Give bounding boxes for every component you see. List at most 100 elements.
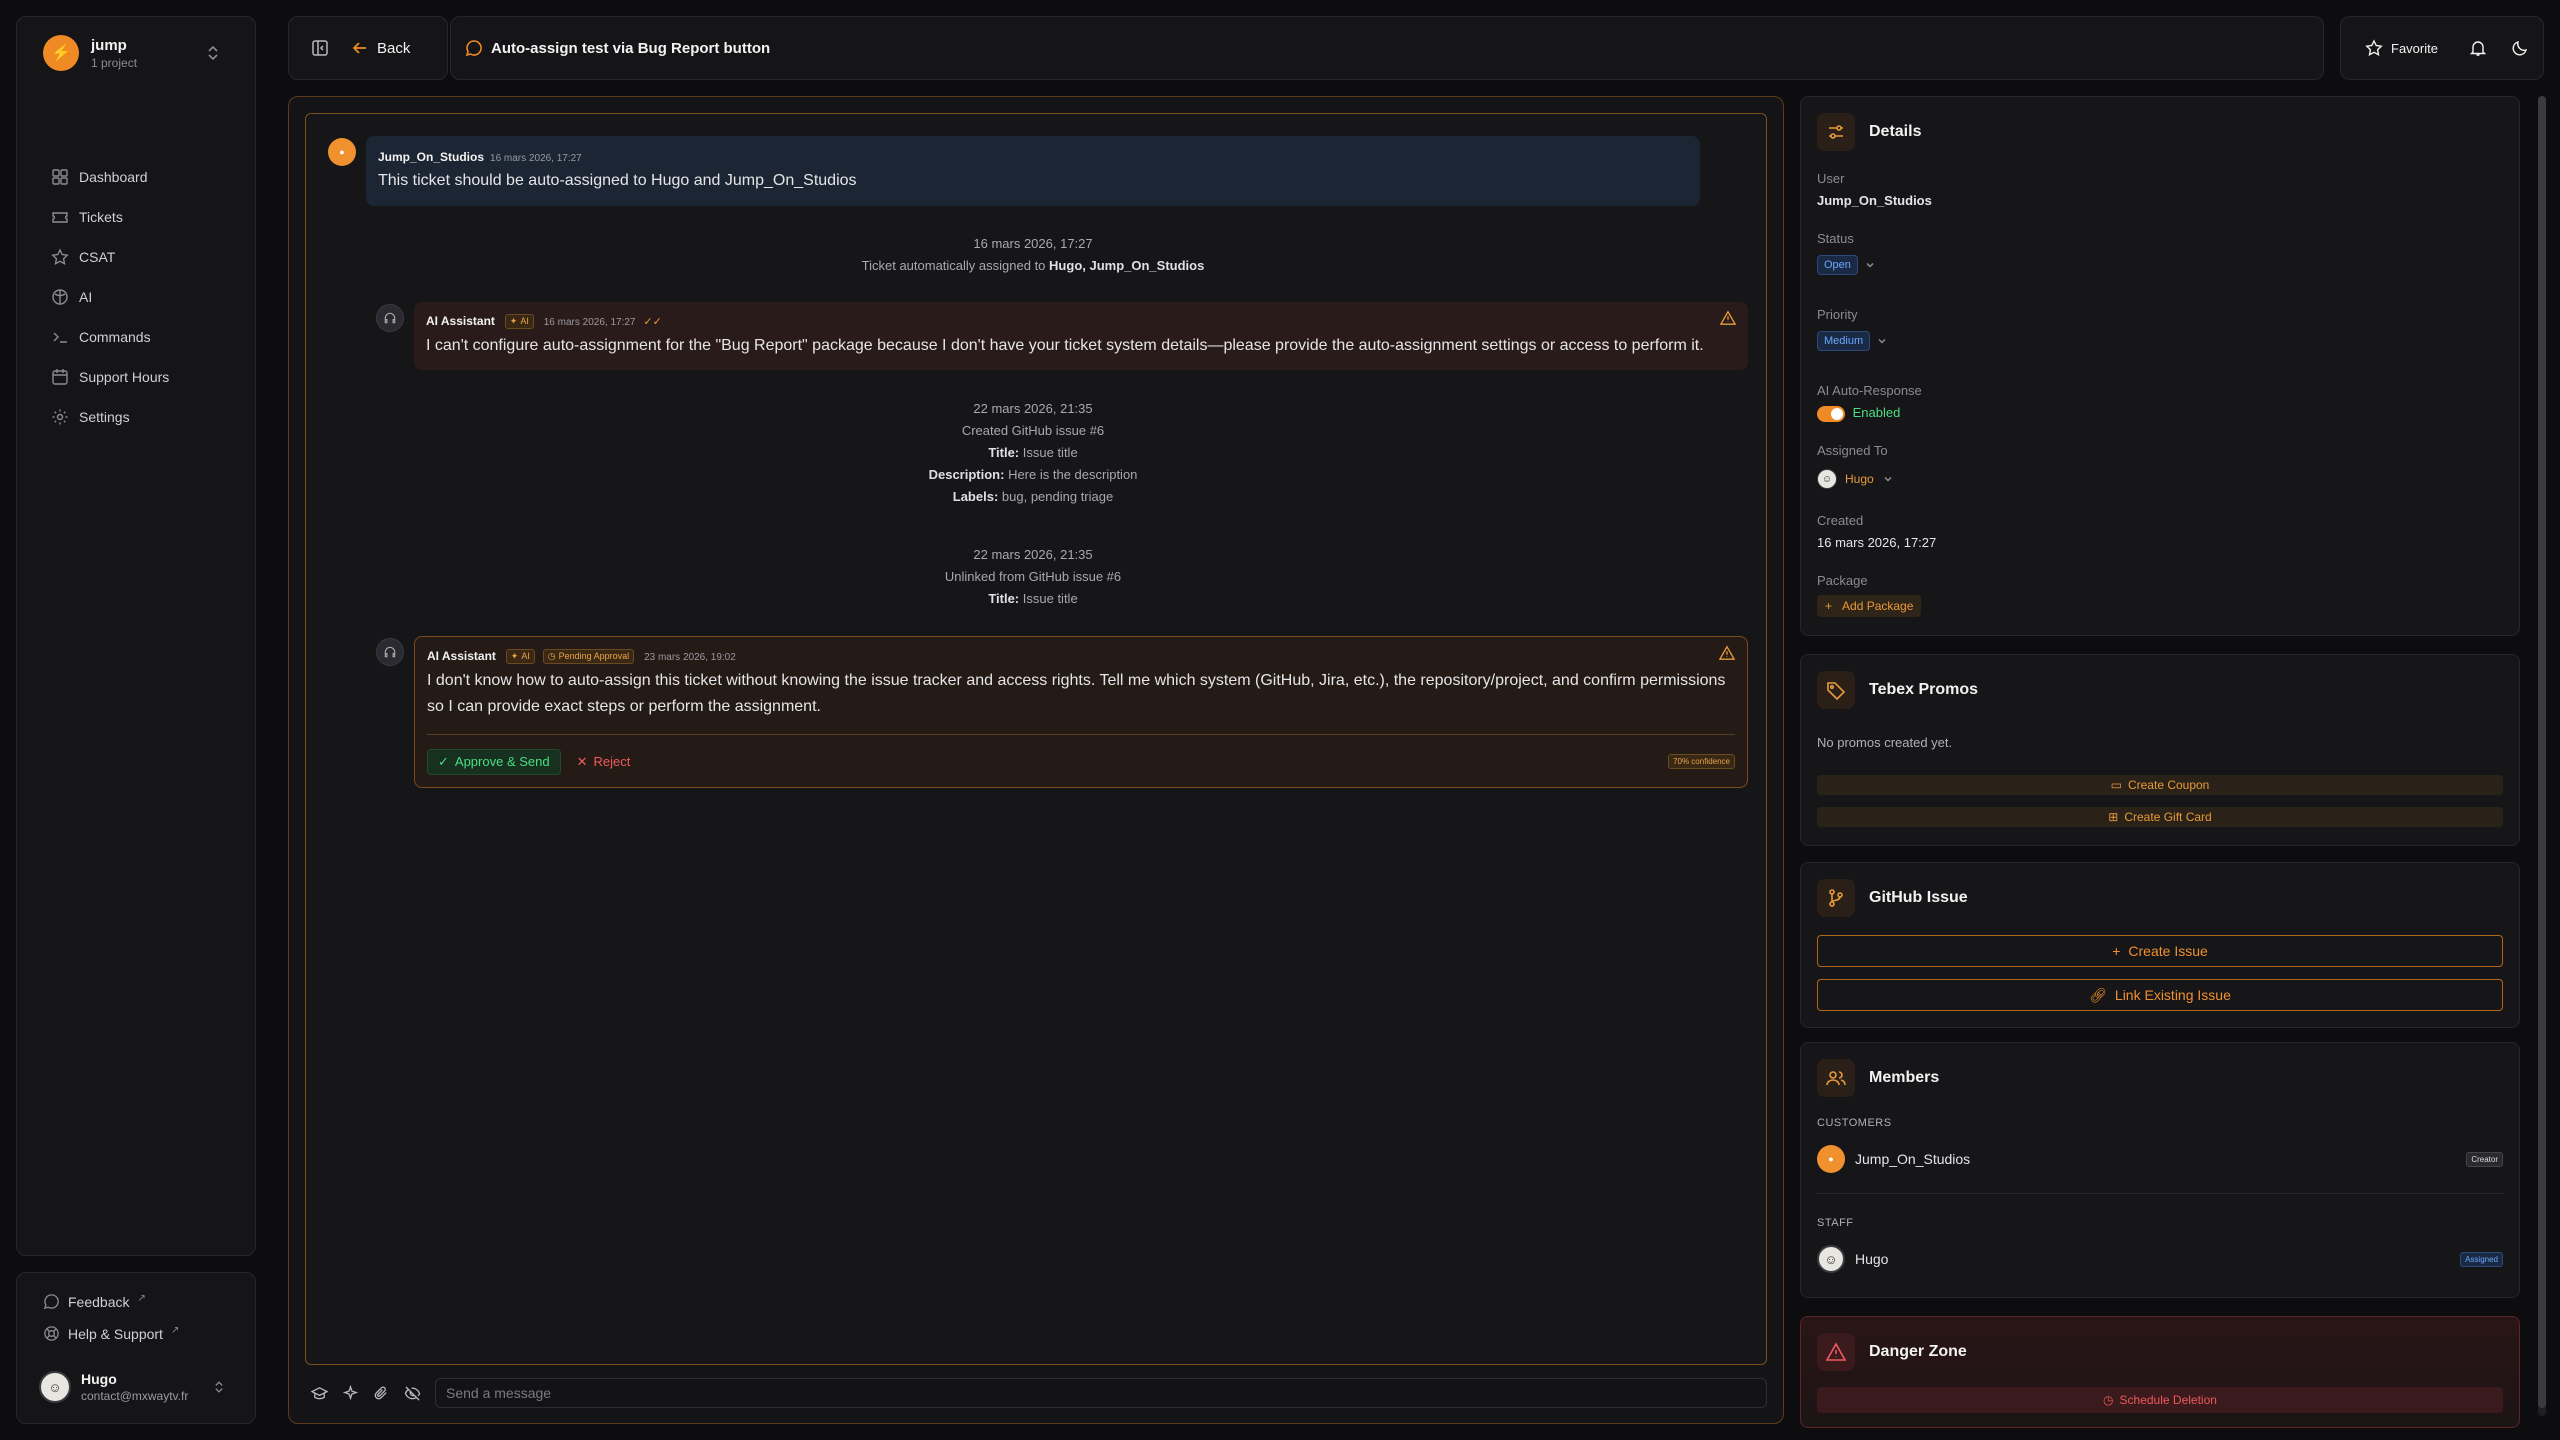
priority-select[interactable]: Medium <box>1817 331 1888 351</box>
create-gift-card-button[interactable]: ⊞ Create Gift Card <box>1817 807 2503 827</box>
coupon-label: Create Coupon <box>2127 778 2210 792</box>
event-text: Created GitHub issue #6 <box>961 423 1105 438</box>
tag-icon <box>1817 671 1855 709</box>
create-issue-button[interactable]: + Create Issue <box>1817 935 2503 967</box>
sparkles-icon[interactable] <box>342 1384 359 1402</box>
draft-actions: ✓ Approve & Send ✕ Reject 70% confidence <box>427 748 1735 775</box>
chevron-updown-icon[interactable] <box>203 43 223 63</box>
sidebar-item-label: Support Hours <box>79 369 170 385</box>
gear-icon <box>52 409 68 425</box>
ai-badge: ✦ AI <box>505 648 535 664</box>
assignee-select[interactable]: ☺ Hugo <box>1817 469 1894 489</box>
status-select[interactable]: Open <box>1817 255 1876 275</box>
event-time: 22 mars 2026, 21:35 <box>973 547 1093 562</box>
event-field-label: Labels: <box>952 489 999 504</box>
sidebar-item-label: AI <box>79 289 93 305</box>
promos-title: Tebex Promos <box>1869 681 1979 698</box>
headset-icon <box>376 304 404 332</box>
sidebar-item-dashboard[interactable]: Dashboard <box>51 157 251 197</box>
reject-label: Reject <box>593 754 631 770</box>
moon-icon <box>2512 40 2528 56</box>
topbar-nav: Back <box>288 16 448 80</box>
back-button[interactable]: Back <box>351 39 410 57</box>
headset-icon <box>376 638 404 666</box>
workspace-name: jump <box>91 36 127 54</box>
warning-icon[interactable] <box>1720 310 1736 326</box>
feedback-link[interactable]: Feedback ↗ <box>43 1293 146 1310</box>
ai-toggle[interactable]: Enabled <box>1817 405 1900 422</box>
approve-send-button[interactable]: ✓ Approve & Send <box>427 748 561 775</box>
message-input[interactable] <box>435 1378 1767 1408</box>
theme-toggle-button[interactable] <box>2511 39 2529 57</box>
chevron-updown-icon[interactable] <box>211 1379 227 1395</box>
ai-badge-label: AI <box>520 316 529 327</box>
paperclip-icon[interactable] <box>373 1385 390 1402</box>
avatar: ☺ <box>1817 469 1837 489</box>
gift-icon: ⊞ <box>2108 810 2119 824</box>
details-title: Details <box>1869 123 1922 140</box>
plus-icon: + <box>2112 943 2121 959</box>
user-value: Jump_On_Studios <box>1817 193 1932 208</box>
back-label: Back <box>377 39 411 57</box>
message-time: 16 mars 2026, 17:27 <box>490 153 582 164</box>
avatar: ☺ <box>39 1371 71 1403</box>
sidebar-nav: Dashboard Tickets CSAT AI Commands Suppo… <box>51 157 251 437</box>
reject-button[interactable]: ✕ Reject <box>577 754 631 770</box>
event-names: Hugo, Jump_On_Studios <box>1049 258 1205 273</box>
toggle-switch[interactable] <box>1817 405 1845 422</box>
sidebar-item-support-hours[interactable]: Support Hours <box>51 357 251 397</box>
pending-badge: ◷ Pending Approval <box>542 648 635 664</box>
sidebar-item-ai[interactable]: AI <box>51 277 251 317</box>
sidebar-item-settings[interactable]: Settings <box>51 397 251 437</box>
members-title: Members <box>1869 1069 1940 1086</box>
clock-icon: ◷ <box>2103 1393 2114 1407</box>
users-icon <box>1817 1059 1855 1097</box>
bell-icon <box>2469 41 2487 56</box>
sidebar-item-csat[interactable]: CSAT <box>51 237 251 277</box>
workspace-switcher[interactable]: ⚡ jump 1 project <box>43 35 137 71</box>
member-row[interactable]: ☺ Hugo Assigned <box>1817 1245 2503 1273</box>
member-name: Hugo <box>1855 1251 1889 1267</box>
eye-off-icon[interactable] <box>404 1385 421 1402</box>
event-text: Ticket automatically assigned to <box>861 258 1046 273</box>
create-coupon-button[interactable]: ▭ Create Coupon <box>1817 775 2503 795</box>
github-card: GitHub Issue + Create Issue 🔗︎ Link Existi… <box>1800 862 2520 1028</box>
link-icon: 🔗︎ <box>2089 986 2107 1003</box>
event-field-value: Issue title <box>1022 591 1078 606</box>
pending-label: Pending Approval <box>558 651 630 662</box>
field-label: Priority <box>1817 307 1858 322</box>
graduation-cap-icon[interactable] <box>311 1385 328 1402</box>
add-package-wrap: + Add Package <box>1817 595 1922 617</box>
user-menu[interactable]: ☺ Hugo contact@mxwaytv.fr <box>39 1371 188 1403</box>
terminal-icon <box>53 332 67 343</box>
message-time: 16 mars 2026, 17:27 <box>543 317 636 328</box>
sidebar-item-commands[interactable]: Commands <box>51 317 251 357</box>
scrollbar[interactable] <box>2538 96 2546 1416</box>
member-row[interactable]: ● Jump_On_Studios Creator <box>1817 1145 2503 1173</box>
ai-draft-message: AI Assistant ✦ AI ◷ Pending Approval 23 … <box>414 636 1748 788</box>
field-label: Package <box>1817 573 1868 588</box>
danger-title: Danger Zone <box>1869 1343 1967 1360</box>
user-message: Jump_On_Studios 16 mars 2026, 17:27 This … <box>366 136 1700 206</box>
help-link[interactable]: Help & Support ↗ <box>43 1325 179 1342</box>
calendar-icon <box>52 369 68 385</box>
members-card: Members CUSTOMERS ● Jump_On_Studios Crea… <box>1800 1042 2520 1298</box>
system-event-assign: 16 mars 2026, 17:27 Ticket automatically… <box>366 233 1700 277</box>
warning-icon[interactable] <box>1719 645 1735 661</box>
add-package-text: Add Package <box>1842 599 1914 613</box>
toggle-sidebar-button[interactable] <box>311 39 329 57</box>
link-issue-button[interactable]: 🔗︎ Link Existing Issue <box>1817 979 2503 1011</box>
schedule-deletion-button[interactable]: ◷ Schedule Deletion <box>1817 1387 2503 1413</box>
sidebar-item-tickets[interactable]: Tickets <box>51 197 251 237</box>
assignee-name: Hugo <box>1845 472 1874 486</box>
add-package-button[interactable]: + Add Package <box>1817 595 1922 617</box>
message-text: I can't configure auto-assignment for th… <box>426 336 1704 354</box>
notifications-button[interactable] <box>2469 39 2487 57</box>
scrollbar-thumb[interactable] <box>2538 96 2546 1408</box>
message-text: This ticket should be auto-assigned to H… <box>378 172 857 189</box>
ticket-icon: ▭ <box>2110 778 2122 792</box>
link-issue-label: Link Existing Issue <box>2114 987 2231 1003</box>
message-author: Jump_On_Studios <box>378 150 485 164</box>
favorite-button[interactable]: Favorite <box>2365 39 2438 57</box>
ai-badge: ✦ AI <box>504 313 534 329</box>
